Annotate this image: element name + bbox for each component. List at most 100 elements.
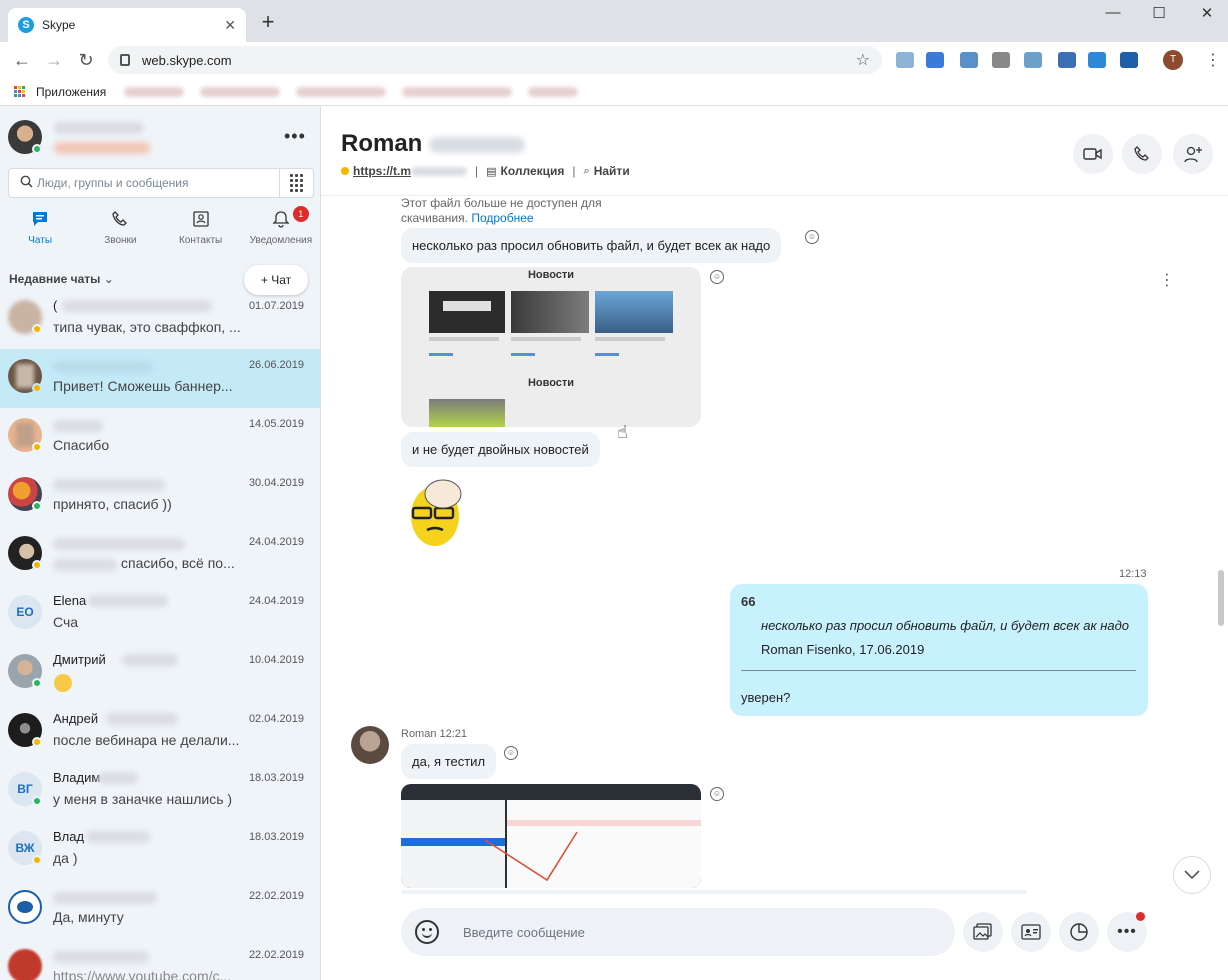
extension-tag-icon[interactable] [1088, 52, 1106, 68]
url-text: web.skype.com [142, 52, 232, 68]
add-people-button[interactable] [1173, 134, 1213, 174]
chat-preview-blurred [53, 559, 117, 571]
message-options-icon[interactable]: ⋮ [1159, 270, 1175, 290]
apps-grid-icon[interactable] [14, 85, 26, 98]
tab-contacts-label: Контакты [179, 235, 223, 246]
extension-translate-icon[interactable] [926, 52, 944, 68]
bookmark-blurred[interactable] [528, 86, 579, 97]
chat-preview: спасибо, всё по... [121, 555, 235, 571]
bookmark-blurred[interactable] [296, 86, 387, 97]
robot-face-icon [17, 901, 33, 913]
extension-picker-icon[interactable] [1058, 52, 1076, 68]
profile-avatar[interactable]: T [1163, 50, 1183, 70]
collection-link[interactable]: Коллекция [501, 164, 565, 178]
emoji-react-icon[interactable]: ☺ [710, 270, 724, 284]
chat-date: 02.04.2019 [248, 713, 304, 725]
maximize-window-icon[interactable]: ☐ [1144, 4, 1174, 22]
image-message[interactable] [401, 784, 701, 888]
browser-menu-icon[interactable]: ⋮ [1205, 50, 1221, 70]
bookmark-apps[interactable]: Приложения [36, 85, 106, 99]
send-contact-button[interactable] [1011, 912, 1051, 952]
bookmark-blurred[interactable] [124, 86, 185, 97]
reply-bubble[interactable]: 66 несколько раз просил обновить файл, и… [730, 584, 1148, 716]
extension-camera-icon[interactable] [896, 52, 914, 68]
reload-icon[interactable]: ↻ [74, 48, 98, 72]
forward-icon[interactable]: → [42, 48, 66, 72]
chat-list-item[interactable]: 14.05.2019 Спасибо [0, 408, 320, 467]
chat-list-item[interactable]: 22.02.2019 https://www.youtube.com/c... [0, 939, 320, 980]
chat-preview: принято, спасиб )) [53, 496, 172, 512]
chat-list-item[interactable]: Андрей 02.04.2019 после вебинара не дела… [0, 703, 320, 762]
contact-name[interactable]: Roman [341, 130, 526, 158]
chat-list-item[interactable]: 30.04.2019 принято, спасиб )) [0, 467, 320, 526]
emoji-react-icon[interactable]: ☺ [805, 230, 819, 244]
tab-chats[interactable]: Чаты [0, 210, 80, 252]
chat-list-item[interactable]: ( 01.07.2019 типа чувак, это сваффкоп, .… [0, 290, 320, 349]
back-icon[interactable]: ← [10, 48, 34, 72]
extension-puzzle-icon[interactable] [992, 52, 1010, 68]
chat-list-item[interactable]: Дмитрий 10.04.2019 [0, 644, 320, 703]
audio-call-button[interactable] [1122, 134, 1162, 174]
close-window-icon[interactable]: ✕ [1192, 4, 1222, 22]
create-poll-button[interactable] [1059, 912, 1099, 952]
separator: | [572, 164, 576, 178]
find-link[interactable]: Найти [594, 164, 630, 178]
separator: | [475, 164, 479, 178]
dialpad-button[interactable] [279, 169, 313, 197]
search-input[interactable] [37, 176, 279, 190]
chat-list-item[interactable]: ВГ Владим 18.03.2019 у меня в заначке на… [0, 762, 320, 821]
presence-online-icon [32, 501, 42, 511]
bookmarks-bar: Приложения [0, 78, 1228, 106]
image-message[interactable]: Новости Новости [401, 267, 701, 427]
extension-user-icon[interactable] [1024, 52, 1042, 68]
browser-tab-skype[interactable]: S Skype ✕ [8, 8, 246, 42]
new-tab-button[interactable]: + [256, 10, 280, 34]
contact-link[interactable]: https://t.m [353, 164, 411, 178]
message-input[interactable] [463, 924, 955, 940]
chat-name: ( [53, 298, 58, 313]
chat-preview: после вебинара не делали... [53, 732, 240, 748]
more-link[interactable]: Подробнее [471, 211, 533, 225]
chat-list-item-active[interactable]: 26.06.2019 Привет! Сможешь баннер... [0, 349, 320, 408]
emoji-react-icon[interactable]: ☺ [710, 787, 724, 801]
extension-screen-icon[interactable] [1120, 52, 1138, 68]
tab-notifications[interactable]: 1 Уведомления [241, 206, 320, 252]
emoji-icon[interactable] [415, 920, 439, 944]
search-box[interactable] [8, 168, 314, 198]
tab-calls[interactable]: Звонки [80, 210, 160, 252]
close-tab-icon[interactable]: ✕ [224, 17, 236, 34]
avatar[interactable] [351, 726, 389, 764]
recent-chats-filter[interactable]: Недавние чаты ⌄ [9, 272, 114, 286]
more-options-icon[interactable]: ••• [284, 126, 306, 147]
message-bubble[interactable]: несколько раз просил обновить файл, и бу… [401, 228, 782, 263]
bookmark-blurred[interactable] [402, 86, 513, 97]
tab-title: Skype [42, 18, 76, 32]
chat-name-blurred [122, 654, 178, 666]
emoji-react-icon[interactable]: ☺ [504, 746, 518, 760]
tab-contacts[interactable]: Контакты [161, 210, 241, 252]
address-bar[interactable]: web.skype.com ☆ [108, 46, 882, 74]
chat-date: 01.07.2019 [248, 300, 304, 312]
browser-tab-bar: S Skype ✕ + — ☐ ✕ [0, 0, 1228, 42]
bookmark-blurred[interactable] [200, 86, 281, 97]
send-media-button[interactable] [963, 912, 1003, 952]
video-call-button[interactable] [1073, 134, 1113, 174]
scroll-to-bottom-button[interactable] [1173, 856, 1211, 894]
bookmark-star-icon[interactable]: ☆ [856, 50, 870, 70]
chat-list-item[interactable]: ВЖ Влад 18.03.2019 да ) [0, 821, 320, 880]
message-bubble[interactable]: и не будет двойных новостей [401, 432, 600, 467]
more-icon: ••• [1117, 923, 1137, 940]
chat-preview: у меня в заначке нашлись ) [53, 791, 233, 807]
chat-preview: да ) [53, 850, 78, 866]
message-bubble[interactable]: да, я тестил [401, 744, 497, 779]
more-options-button[interactable]: ••• [1107, 912, 1147, 952]
chat-list-item[interactable]: 24.04.2019 спасибо, всё по... [0, 526, 320, 585]
chat-name-blurred [53, 951, 149, 963]
presence-away-icon [341, 167, 349, 175]
avatar: EO [8, 595, 42, 629]
chat-list-item[interactable]: 22.02.2019 Да, минуту [0, 880, 320, 939]
message-scrollbar[interactable] [1218, 570, 1224, 626]
minimize-window-icon[interactable]: — [1098, 4, 1128, 21]
extension-window-icon[interactable] [960, 52, 978, 68]
chat-list-item[interactable]: EO Elena 24.04.2019 Сча [0, 585, 320, 644]
